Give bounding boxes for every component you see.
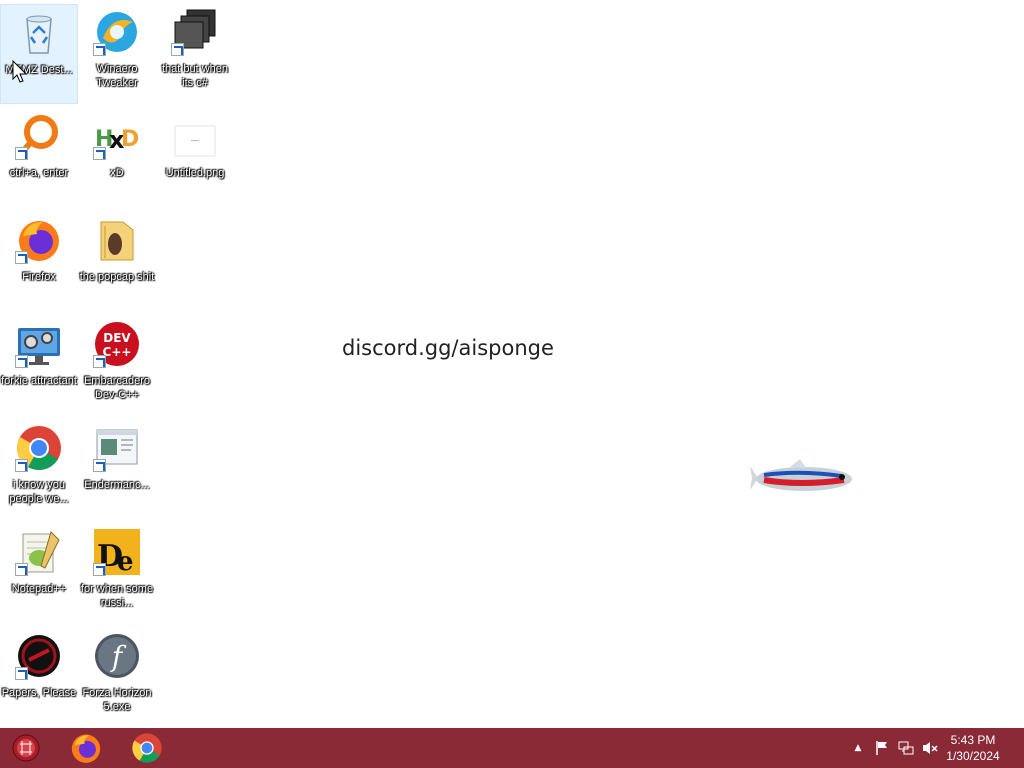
clock-date: 1/30/2024 [946,749,1000,763]
network-icon[interactable] [898,740,914,756]
svg-text:DEV: DEV [103,331,131,345]
desktop-icon-memz[interactable]: MEMZ Dest... [0,4,78,104]
chrome-taskbar-button[interactable] [121,728,173,768]
desktop-icon-winaero-tweaker[interactable]: Winaero Tweaker [78,4,156,104]
clock-time: 5:43 PM [950,733,996,747]
shortcut-arrow-icon [93,355,106,368]
shortcut-arrow-icon [171,43,184,56]
desktop-icon-devcpp[interactable]: DEV C++ Embarcadero Dev-C++ [78,316,156,416]
flash-icon: f [93,632,141,680]
desktop-icon-firefox[interactable]: Firefox [0,212,78,312]
winaero-tweaker-icon [93,8,141,56]
icon-label: i know you people we... [9,479,69,505]
desktop-icon-popcap-folder[interactable]: the popcap shit [78,212,156,312]
icon-label: the popcap shit [79,271,155,283]
chrome-icon [15,424,63,472]
recycle-bin-icon [15,9,63,57]
system-tray: ▲ 5:43 PM 1/30/2024 [824,728,1024,768]
shortcut-arrow-icon [93,147,106,160]
icon-label: Papers, Please [1,687,77,699]
icon-label: Firefox [22,271,56,283]
devcpp-icon: DEV C++ [93,320,141,368]
shortcut-arrow-icon [15,667,28,680]
desktop-icon-ctrl-a-enter[interactable]: ctrl+a, enter [0,108,78,208]
window-app-icon [93,424,141,472]
shortcut-arrow-icon [93,43,106,56]
firefox-icon [15,216,63,264]
shortcut-arrow-icon [15,251,28,264]
icon-label: Untitled.png [165,167,225,179]
desktop-icon-de-app[interactable]: D e for when some russi... [78,524,156,624]
svg-text:D: D [121,127,139,152]
desktop-icon-forza-horizon[interactable]: f Forza Horizon 5.exe [78,628,156,728]
start-button[interactable] [0,728,52,768]
mouse-pointer-icon [12,60,28,83]
image-file-icon [171,112,219,160]
de-app-icon: D e [93,528,141,576]
papers-please-icon [15,632,63,680]
taskbar[interactable]: ▲ 5:43 PM 1/30/2024 [0,728,1024,768]
desktop[interactable]: MEMZ Dest... ctrl+a, enter Firefox forki… [0,0,1024,728]
shortcut-arrow-icon [15,563,28,576]
start-orb-icon [12,734,40,762]
shortcut-arrow-icon [15,459,28,472]
desktop-icon-untitled-png[interactable]: Untitled.png [156,108,234,208]
desktop-icon-forkie-attractant[interactable]: forkie attractant [0,316,78,416]
folder-icon [93,216,141,264]
shortcut-arrow-icon [15,355,28,368]
desktop-icon-chrome[interactable]: i know you people we... [0,420,78,520]
icon-label: that but when its c# [161,63,229,89]
wallpaper-text: discord.gg/aisponge [342,336,554,360]
icon-label: Notepad++ [11,583,67,595]
search-magnifier-icon [15,112,63,160]
chrome-icon [132,733,162,763]
desktop-icon-papers-please[interactable]: Papers, Please [0,628,78,728]
firefox-taskbar-button[interactable] [60,728,112,768]
shortcut-arrow-icon [93,563,106,576]
icon-label: ctrl+a, enter [9,167,69,179]
desktop-icon-endermanch[interactable]: Endermanc... [78,420,156,520]
desktop-icon-notepadpp[interactable]: Notepad++ [0,524,78,624]
hxd-icon: H x D [93,112,141,160]
volume-muted-icon[interactable] [922,740,938,756]
desktop-icon-that-but-when-its-csharp[interactable]: that but when its c# [156,4,234,104]
stacked-windows-icon [171,8,219,56]
firefox-icon [71,734,101,763]
icon-label: Endermanc... [84,479,150,491]
svg-text:C++: C++ [103,345,132,359]
icon-label: Winaero Tweaker [96,63,138,89]
taskbar-clock[interactable]: 5:43 PM 1/30/2024 [938,732,1008,764]
icon-label: forkie attractant [1,375,77,387]
shortcut-arrow-icon [93,459,106,472]
icon-label: for when some russi... [80,583,154,609]
action-center-flag-icon[interactable] [874,740,890,756]
icon-label: Forza Horizon 5.exe [82,687,152,713]
show-hidden-icons-button[interactable]: ▲ [850,740,866,756]
svg-text:e: e [117,547,134,576]
shortcut-arrow-icon [15,147,28,160]
fish-icon [750,459,852,491]
desktop-icon-xd[interactable]: H x D xD [78,108,156,208]
settings-monitor-icon [15,320,63,368]
icon-label: xD [110,167,124,179]
notepadpp-icon [15,528,63,576]
icon-label: Embarcadero Dev-C++ [83,375,151,401]
